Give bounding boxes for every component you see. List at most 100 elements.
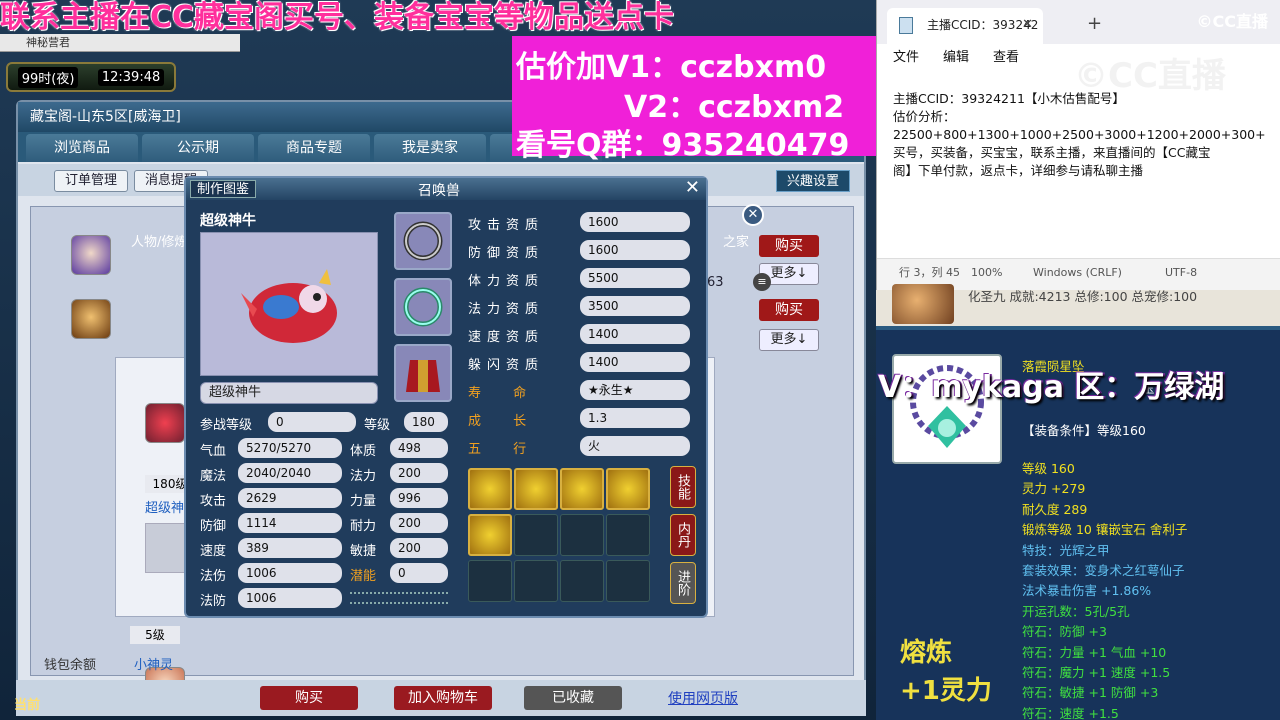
stat-value: 180 xyxy=(404,412,448,432)
avatar xyxy=(892,284,954,324)
make-catalog-tab[interactable]: 制作图鉴 xyxy=(190,180,257,198)
item-property: 锻炼等级 10 镶嵌宝石 舍利子 xyxy=(1022,522,1188,538)
tab-seller[interactable]: 我是卖家 xyxy=(374,134,486,162)
close-icon[interactable]: ✕ xyxy=(685,178,700,198)
pet-thumb[interactable] xyxy=(145,403,185,443)
status-position: 行 3，列 45 xyxy=(899,266,960,279)
armor-icon xyxy=(406,360,440,392)
stat-label: 速度 xyxy=(200,544,227,559)
pet-image xyxy=(241,269,337,343)
buy-button[interactable]: 购买 xyxy=(759,235,819,257)
aptitude-value: 1400 xyxy=(580,324,690,344)
aptitude-value: 1400 xyxy=(580,352,690,372)
collected-button[interactable]: 已收藏 xyxy=(524,686,622,710)
column-header: 人物/修炼 xyxy=(131,235,188,250)
close-icon[interactable]: ✕ xyxy=(1022,8,1033,42)
text-line: 买号，买装备，买宝宝，联系主播，来直播间的【CC藏宝 xyxy=(893,145,1211,160)
ring-icon xyxy=(403,221,443,261)
collar-icon xyxy=(403,287,443,327)
stat-value: 200 xyxy=(390,513,448,533)
skill-slot-empty xyxy=(606,560,650,602)
skill-slot[interactable] xyxy=(514,468,558,510)
new-tab-icon[interactable]: + xyxy=(1087,13,1102,34)
stat-value: 2629 xyxy=(238,488,342,508)
stat-label: 等级 xyxy=(364,418,391,433)
status-encoding: UTF-8 xyxy=(1165,266,1198,279)
web-version-link[interactable]: 使用网页版 xyxy=(668,688,738,708)
player-strip: 化圣九 成就:4213 总修:100 总宠修:100 xyxy=(876,284,1280,326)
add-to-cart-button[interactable]: 加入购物车 xyxy=(394,686,492,710)
stat-value: 498 xyxy=(390,438,448,458)
item-property: 符石：魔力 +1 速度 +1.5 xyxy=(1022,665,1171,680)
skill-slot[interactable] xyxy=(560,468,604,510)
equip-slot-ring[interactable] xyxy=(394,212,452,270)
aptitude-value: 1.3 xyxy=(580,408,690,428)
pet-name: 超级神牛 xyxy=(200,213,256,229)
dialog-title: 召唤兽 xyxy=(418,183,460,199)
text-line: 22500+800+1300+1000+2500+3000+1200+2000+… xyxy=(893,127,1266,142)
notepad-tab[interactable]: 主播CCID：393242 ✕ xyxy=(887,8,1043,44)
aptitude-label: 五 行 xyxy=(468,442,541,457)
stat-label: 攻击 xyxy=(200,494,227,509)
forge-label: 熔炼 xyxy=(900,638,953,668)
stat-label: 防御 xyxy=(200,519,227,534)
aptitude-label: 成 长 xyxy=(468,414,541,429)
tab-topics[interactable]: 商品专题 xyxy=(258,134,370,162)
avatar[interactable] xyxy=(71,299,111,339)
list-item-name[interactable]: 小神灵 xyxy=(134,654,173,673)
status-zoom: 100% xyxy=(971,266,1003,279)
aptitude-label: 速度资质 xyxy=(468,330,545,345)
orders-button[interactable]: 订单管理 xyxy=(54,170,129,192)
stat-label: 法伤 xyxy=(200,569,227,584)
status-eol: Windows (CRLF) xyxy=(1033,266,1122,279)
aptitude-value: 5500 xyxy=(580,268,690,288)
menu-icon[interactable]: ≡ xyxy=(753,273,771,291)
buy-button[interactable]: 购买 xyxy=(260,686,358,710)
aptitude-label: 寿 命 xyxy=(468,386,541,401)
stat-label: 气血 xyxy=(200,444,227,459)
aptitude-value: 1600 xyxy=(580,212,690,232)
stat-value: 5270/5270 xyxy=(238,438,342,458)
text-area[interactable]: 主播CCID：39324211【小木估售配号】 估价分析： 22500+800+… xyxy=(877,72,1280,258)
list-item-level: 5级 xyxy=(130,626,180,644)
contact-box: 估价加V1：cczbxm0 V2：cczbxm2 看号Q群：935240479 xyxy=(512,36,876,163)
tab-publicity[interactable]: 公示期 xyxy=(142,134,254,162)
tab-browse[interactable]: 浏览商品 xyxy=(26,134,138,162)
contact-overlay: V：mykaga 区：万绿湖 xyxy=(878,370,1225,405)
equip-slot-collar[interactable] xyxy=(394,278,452,336)
interest-settings-button[interactable]: 兴趣设置 xyxy=(775,170,850,192)
menu-edit[interactable]: 编辑 xyxy=(943,44,969,72)
menu-file[interactable]: 文件 xyxy=(893,44,919,72)
skill-slot-empty xyxy=(606,514,650,556)
skill-slot-empty xyxy=(514,514,558,556)
skill-slot[interactable] xyxy=(468,514,512,556)
contact-qq: 看号Q群：935240479 xyxy=(516,128,850,163)
item-property: 符石：力量 +1 气血 +10 xyxy=(1022,644,1167,660)
aptitude-value: 1600 xyxy=(580,240,690,260)
close-icon[interactable]: ✕ xyxy=(742,204,764,226)
stat-label: 魔法 xyxy=(200,469,227,484)
pet-name-field[interactable]: 超级神牛 xyxy=(200,382,378,404)
equip-slot-armor[interactable] xyxy=(394,344,452,402)
stat-value: 0 xyxy=(390,563,448,583)
aptitude-label: 攻击资质 xyxy=(468,218,545,233)
menu-view[interactable]: 查看 xyxy=(993,44,1019,72)
avatar[interactable] xyxy=(71,235,111,275)
promo-banner: 联系主播在CC藏宝阁买号、装备宝宝等物品送点卡 xyxy=(0,0,675,35)
clock-time: 12:39:48 xyxy=(97,68,165,86)
skill-slot[interactable] xyxy=(606,468,650,510)
skill-slot[interactable] xyxy=(468,468,512,510)
neidan-button[interactable]: 内丹 xyxy=(670,514,696,556)
stat-value: 2040/2040 xyxy=(238,463,342,483)
skill-slot-empty xyxy=(514,560,558,602)
game-clock: 99时(夜) 12:39:48 xyxy=(6,62,176,92)
skills-button[interactable]: 技能 xyxy=(670,466,696,508)
stat-value: 1006 xyxy=(238,563,342,583)
buy-button[interactable]: 购买 xyxy=(759,299,819,321)
advance-button[interactable]: 进阶 xyxy=(670,562,696,604)
game-tab[interactable]: 神秘营君 xyxy=(0,34,240,52)
more-button[interactable]: 更多↓ xyxy=(759,329,819,351)
cc-logo: ©CC直播 xyxy=(1196,12,1269,31)
stat-value: 996 xyxy=(390,488,448,508)
result-count: 63 xyxy=(707,275,724,290)
